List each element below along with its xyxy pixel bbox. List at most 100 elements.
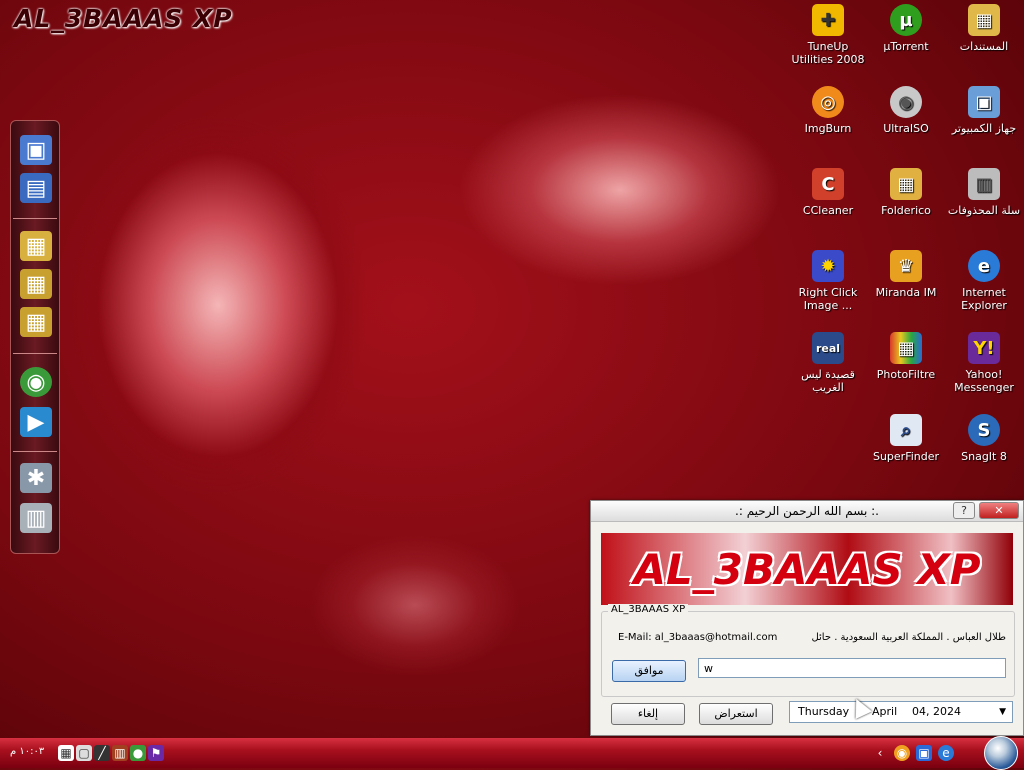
desktop-icon-label: TuneUp Utilities 2008 xyxy=(791,40,865,66)
utorrent-icon: µ xyxy=(890,4,922,36)
info-group: AL_3BAAAS XP E-Mail: al_3baaas@hotmail.c… xyxy=(601,604,1015,697)
recycle-bin-glyph: ▥ xyxy=(25,505,47,531)
desktop-icon-photofiltre[interactable]: ▦ PhotoFiltre xyxy=(868,332,944,381)
internet-explorer-icon: e xyxy=(968,250,1000,282)
internet-explorer-icon[interactable]: e xyxy=(938,745,954,761)
help-button[interactable]: ? xyxy=(953,502,975,519)
desktop-icon-label: SnagIt 8 xyxy=(961,450,1007,463)
folder-icon-glyph: ▦ xyxy=(25,233,47,259)
desktop-icon-real[interactable]: real قصيدة ليس الغريب xyxy=(790,332,866,394)
desktop-icon-label: Internet Explorer xyxy=(961,286,1007,312)
desktop-icon-label: CCleaner xyxy=(802,204,854,217)
desktop-icon-utorrent[interactable]: µ µTorrent xyxy=(868,4,944,53)
media-player-glyph: ▶ xyxy=(27,409,45,435)
desktop-icon-label: UltraISO xyxy=(883,122,929,135)
miranda-icon: ♛ xyxy=(890,250,922,282)
clock[interactable]: ١٠:٠٣ م xyxy=(10,746,44,757)
desktop-icon-yahoo[interactable]: Y! Yahoo! Messenger xyxy=(946,332,1022,394)
desktop-icon-label: SuperFinder xyxy=(872,450,940,463)
tuneup-icon: ✚ xyxy=(812,4,844,36)
desktop-icon-internet-explorer[interactable]: e Internet Explorer xyxy=(946,250,1022,312)
desktop-icon-documents[interactable]: ▦ المستندات xyxy=(946,4,1022,53)
author-text: طلال العباس . المملكة العربية السعودية .… xyxy=(811,632,1006,643)
desktop-icon-label: Miranda IM xyxy=(875,286,937,299)
desktop-icon-tuneup[interactable]: ✚ TuneUp Utilities 2008 xyxy=(790,4,866,66)
computer-icon: ▣ xyxy=(968,86,1000,118)
dialog-title-bar[interactable]: .: بسم الله الرحمن الرحيم :. ? ✕ xyxy=(591,501,1023,522)
monitor-icon[interactable]: ▣ xyxy=(916,745,932,761)
recycle-bin-icon[interactable]: ▥ xyxy=(20,503,52,533)
desktop-icon-label: جهاز الكمبيوتر xyxy=(951,122,1017,135)
desktop-icon-label: Yahoo! Messenger xyxy=(954,368,1014,394)
window-icon[interactable]: ▢ xyxy=(76,745,92,761)
about-dialog: .: بسم الله الرحمن الرحيم :. ? ✕ AL_3BAA… xyxy=(590,500,1024,736)
desktop-icon-label: قصيدة ليس الغريب xyxy=(801,368,855,394)
dock-divider xyxy=(13,451,57,452)
desktop-icon-my-computer[interactable]: ▣ جهاز الكمبيوتر xyxy=(946,86,1022,135)
disc-icon: ◉ xyxy=(890,86,922,118)
text-input[interactable]: w xyxy=(698,658,1006,678)
desktop-icon-label: µTorrent xyxy=(883,40,929,53)
group-label: AL_3BAAAS XP xyxy=(608,604,689,615)
side-dock: ▣ ▤ ▦ ▦ ▦ ◉ ▶ ✱ ▥ xyxy=(10,120,60,554)
chevron-left-icon[interactable]: ‹ xyxy=(872,745,888,761)
desktop-icon-miranda[interactable]: ♛ Miranda IM xyxy=(868,250,944,299)
chevron-down-icon[interactable]: ▼ xyxy=(999,702,1006,722)
imgburn-icon: ◎ xyxy=(812,86,844,118)
desktop-icon-superfinder[interactable]: ⌕ SuperFinder xyxy=(868,414,944,463)
desktop-icon[interactable]: ▤ xyxy=(20,173,52,203)
globe-icon[interactable]: ◉ xyxy=(20,367,52,397)
documents-folder-icon[interactable]: ▦ xyxy=(20,269,52,299)
date-picker[interactable]: Thursday April 04, 2024 ▼ xyxy=(789,701,1013,723)
start-button[interactable] xyxy=(984,736,1018,770)
email-text: E-Mail: al_3baaas@hotmail.com xyxy=(618,632,778,643)
settings-icon-glyph: ✱ xyxy=(26,465,46,491)
taskbar: ١٠:٠٣ م ▦ ▢ ╱ ▥ ● ⚑ ‹ ◉ ▣ e xyxy=(0,736,1024,770)
cancel-button[interactable]: إلغاء xyxy=(611,703,685,725)
photofiltre-icon: ▦ xyxy=(890,332,922,364)
desktop-icon-ultraiso[interactable]: ◉ UltraISO xyxy=(868,86,944,135)
desktop-icon-label: المستندات xyxy=(959,40,1009,53)
desktop-icon-imgburn[interactable]: ◎ ImgBurn xyxy=(790,86,866,135)
desktop-icon-label: سلة المحذوفات xyxy=(947,204,1021,217)
tool-icon[interactable]: ╱ xyxy=(94,745,110,761)
ok-button[interactable]: موافق xyxy=(612,660,686,682)
desktop-icon-ccleaner[interactable]: C CCleaner xyxy=(790,168,866,217)
people-icon[interactable]: ● xyxy=(130,745,146,761)
date-month: April xyxy=(872,705,898,718)
media-player-icon[interactable]: ▶ xyxy=(20,407,52,437)
flag-icon[interactable]: ⚑ xyxy=(148,745,164,761)
yahoo-messenger-icon: Y! xyxy=(968,332,1000,364)
network-icon[interactable]: ▥ xyxy=(112,745,128,761)
desktop-icon-folderico[interactable]: ▦ Folderico xyxy=(868,168,944,217)
desktop-icon-recycle-bin[interactable]: ▥ سلة المحذوفات xyxy=(946,168,1022,217)
superfinder-icon: ⌕ xyxy=(890,414,922,446)
dock-divider xyxy=(13,353,57,354)
date-day: Thursday xyxy=(798,705,850,718)
desktop-icon-label: Right Click Image ... xyxy=(798,286,858,312)
dialog-title: .: بسم الله الرحمن الرحيم :. xyxy=(735,504,879,518)
folder-icon[interactable]: ▦ xyxy=(20,231,52,261)
computer-icon-glyph: ▣ xyxy=(25,137,47,163)
desktop-icon-label: ImgBurn xyxy=(804,122,852,135)
recycle-bin-icon: ▥ xyxy=(968,168,1000,200)
settings-icon[interactable]: ✱ xyxy=(20,463,52,493)
gear-icon: ✹ xyxy=(812,250,844,282)
globe-icon-glyph: ◉ xyxy=(26,369,46,395)
pictures-folder-glyph: ▦ xyxy=(25,309,47,335)
desktop-icon-snagit[interactable]: S SnagIt 8 xyxy=(946,414,1022,463)
dialog-banner: AL_3BAAAS XP xyxy=(601,533,1013,605)
folder-icon: ▦ xyxy=(968,4,1000,36)
media-icon[interactable]: ◉ xyxy=(894,745,910,761)
desktop-icon-right-click[interactable]: ✹ Right Click Image ... xyxy=(790,250,866,312)
computer-icon[interactable]: ▣ xyxy=(20,135,52,165)
pictures-folder-icon[interactable]: ▦ xyxy=(20,307,52,337)
ccleaner-icon: C xyxy=(812,168,844,200)
calendar-icon[interactable]: ▦ xyxy=(58,745,74,761)
documents-folder-glyph: ▦ xyxy=(25,271,47,297)
close-button[interactable]: ✕ xyxy=(979,502,1019,519)
dock-divider xyxy=(13,218,57,219)
desktop-icon-label: PhotoFiltre xyxy=(876,368,936,381)
folderico-icon: ▦ xyxy=(890,168,922,200)
browse-button[interactable]: استعراض xyxy=(699,703,773,725)
